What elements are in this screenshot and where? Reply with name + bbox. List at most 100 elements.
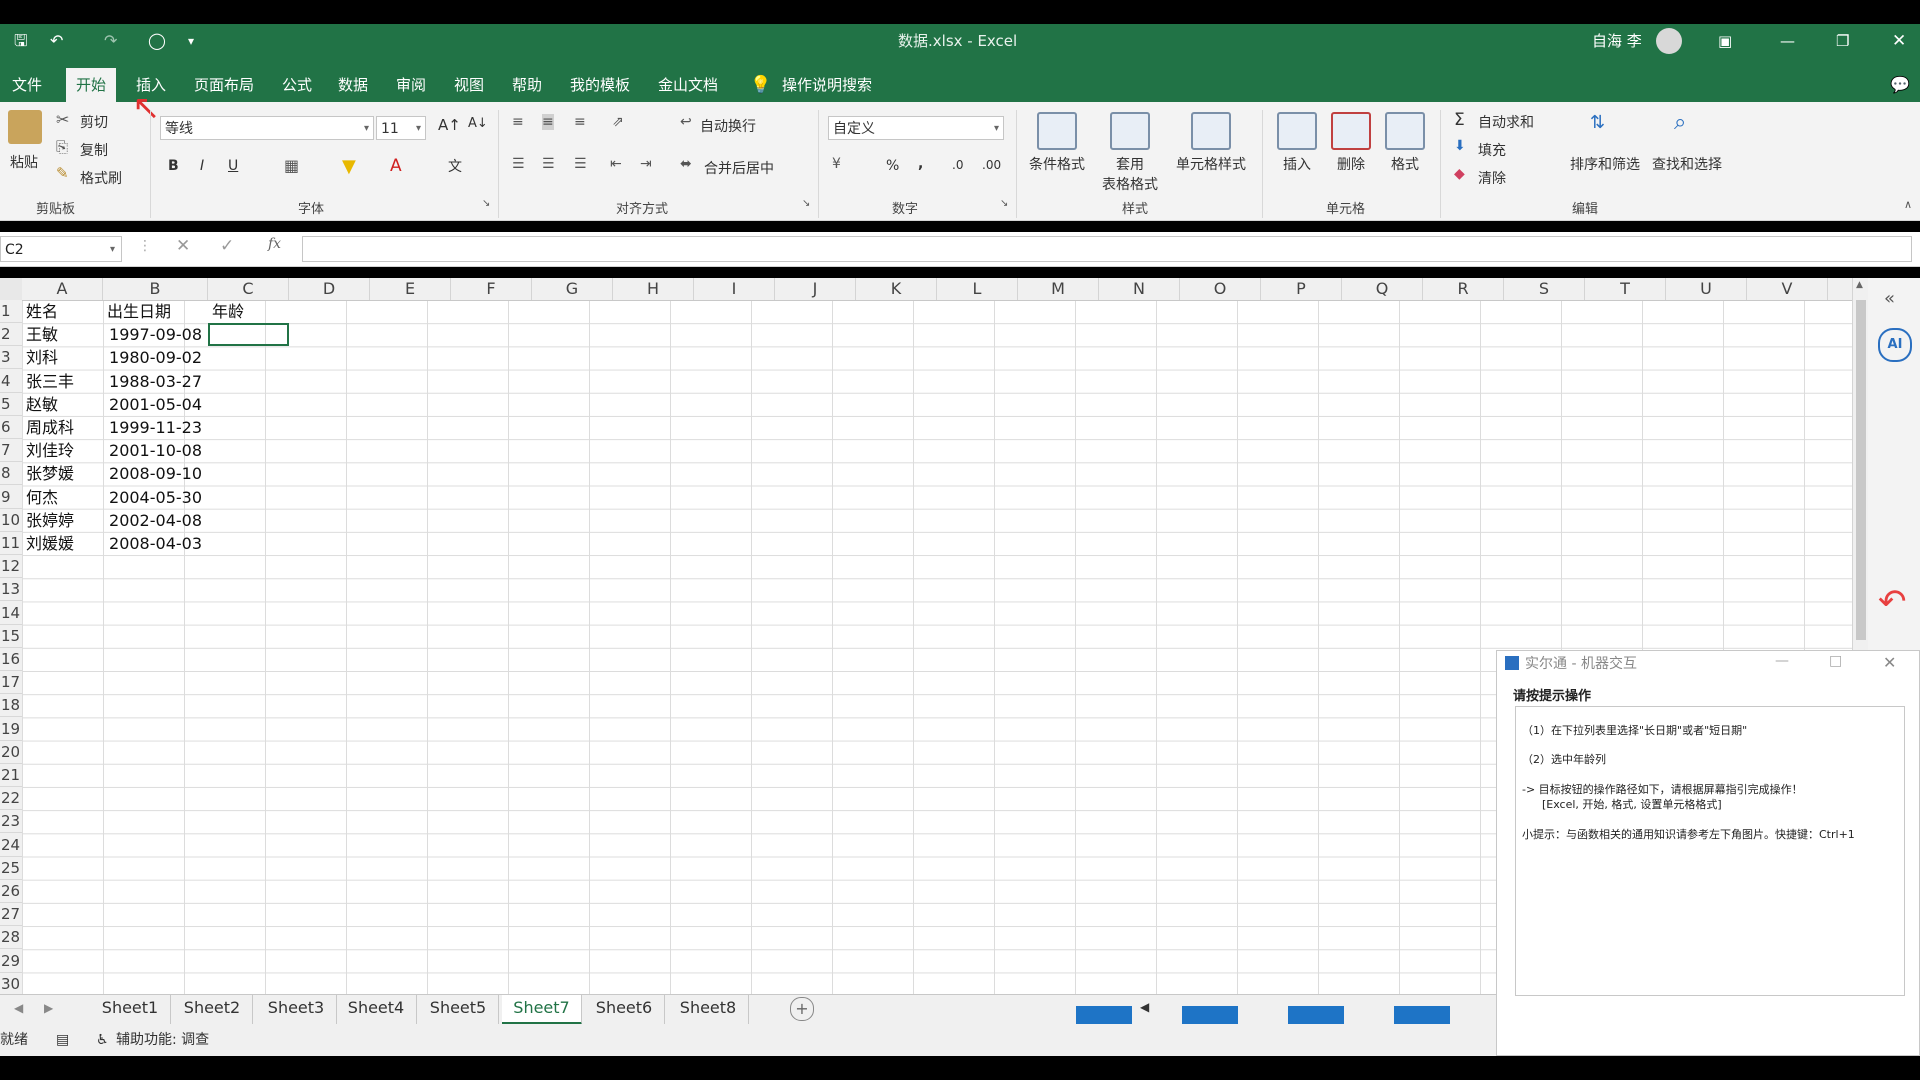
restore-icon[interactable]: ❐ — [1836, 24, 1849, 58]
comments-icon[interactable]: 💬 — [1890, 68, 1910, 102]
tab-next-icon[interactable]: ▶ — [44, 1001, 53, 1015]
row-header[interactable]: 4 — [0, 370, 22, 393]
font-size-select[interactable]: 11 ▾ — [376, 116, 426, 140]
row-header[interactable]: 11 — [0, 532, 22, 555]
paste-button[interactable]: 粘贴 — [10, 152, 38, 172]
delete-cells-button[interactable]: 删除 — [1326, 112, 1376, 174]
column-header[interactable]: F — [451, 278, 532, 300]
sort-filter-icon[interactable]: ⇅ — [1590, 112, 1605, 133]
cell[interactable]: 2001-05-04 — [103, 393, 202, 416]
sheet-tab[interactable]: Sheet1 — [90, 995, 171, 1025]
tab-view[interactable]: 视图 — [444, 68, 494, 102]
row-header[interactable]: 7 — [0, 439, 22, 463]
wrap-text-icon[interactable]: ↩ — [680, 114, 692, 130]
cell[interactable]: 1980-09-02 — [103, 346, 202, 369]
cut-icon[interactable]: ✂ — [56, 110, 69, 129]
customize-qat-icon[interactable]: ▾ — [188, 24, 194, 58]
cell[interactable]: 刘佳玲 — [26, 439, 101, 462]
number-dialog-launcher-icon[interactable]: ↘ — [1000, 198, 1008, 209]
autosum-icon[interactable]: Σ — [1454, 110, 1465, 130]
save-icon[interactable]: 🖫 — [14, 24, 28, 58]
column-header[interactable]: U — [1666, 278, 1747, 300]
cell[interactable]: 何杰 — [26, 486, 101, 509]
row-header[interactable]: 10 — [0, 509, 22, 532]
dialog-minimize-icon[interactable]: — — [1775, 653, 1789, 669]
increase-font-icon[interactable]: A↑ — [438, 116, 461, 134]
cell[interactable]: 1997-09-08 — [103, 323, 202, 346]
column-header[interactable]: R — [1423, 278, 1504, 300]
row-header[interactable]: 19 — [0, 718, 22, 741]
column-header[interactable]: K — [856, 278, 937, 300]
wrap-text-button[interactable]: 自动换行 — [700, 116, 756, 136]
enter-icon[interactable]: ✓ — [220, 236, 234, 256]
thumbnail-scroll-left-icon[interactable]: ◀ — [1140, 1000, 1149, 1014]
cell[interactable]: 张三丰 — [26, 370, 101, 393]
decrease-indent-icon[interactable]: ⇤ — [610, 156, 622, 172]
row-header[interactable]: 8 — [0, 462, 22, 486]
font-dialog-launcher-icon[interactable]: ↘ — [482, 198, 490, 209]
sheet-tab[interactable]: Sheet6 — [584, 995, 665, 1025]
fill-color-icon[interactable]: ▼ — [342, 156, 356, 177]
insert-function-icon[interactable]: fx — [268, 236, 281, 252]
dialog-close-icon[interactable]: ✕ — [1883, 653, 1896, 672]
sheet-tab[interactable]: Sheet3 — [256, 995, 337, 1025]
circle-icon[interactable]: ◯ — [148, 24, 166, 58]
format-painter-button[interactable]: 格式刷 — [80, 168, 122, 188]
cell-styles-button[interactable]: 单元格样式 — [1170, 112, 1252, 174]
align-middle-icon[interactable]: ≡ — [542, 114, 554, 130]
column-header[interactable]: B — [103, 278, 208, 300]
cell[interactable]: 2001-10-08 — [103, 439, 202, 462]
tab-page-layout[interactable]: 页面布局 — [184, 68, 264, 102]
increase-indent-icon[interactable]: ⇥ — [640, 156, 652, 172]
phonetic-icon[interactable]: 文 — [448, 156, 462, 176]
row-header[interactable]: 25 — [0, 857, 22, 880]
column-header[interactable]: Q — [1342, 278, 1423, 300]
cell[interactable]: 姓名 — [26, 300, 101, 323]
select-all-corner[interactable] — [0, 278, 22, 300]
column-header[interactable]: A — [22, 278, 103, 300]
undo-icon[interactable]: ↶ — [50, 24, 63, 58]
column-header[interactable]: V — [1747, 278, 1828, 300]
avatar[interactable] — [1656, 28, 1682, 54]
cell[interactable]: 2008-04-03 — [103, 532, 202, 555]
name-box[interactable]: C2 ▾ — [0, 236, 122, 262]
dialog-maximize-icon[interactable]: □ — [1829, 653, 1842, 669]
collapse-ribbon-icon[interactable]: ∧ — [1904, 198, 1912, 211]
paste-icon[interactable] — [8, 110, 42, 144]
column-header[interactable]: T — [1585, 278, 1666, 300]
copy-icon[interactable]: ⎘ — [56, 138, 68, 156]
column-header[interactable]: E — [370, 278, 451, 300]
alignment-dialog-launcher-icon[interactable]: ↘ — [802, 198, 810, 209]
autosum-button[interactable]: 自动求和 — [1478, 112, 1534, 132]
close-icon[interactable]: ✕ — [1892, 24, 1906, 58]
scroll-thumb[interactable] — [1856, 300, 1866, 640]
comma-icon[interactable]: , — [918, 156, 923, 172]
decrease-decimal-icon[interactable]: .00 — [982, 158, 1001, 172]
undo-return-icon[interactable]: ↶ — [1878, 582, 1907, 622]
cell[interactable]: 1999-11-23 — [103, 416, 202, 439]
sheet-tab[interactable]: Sheet8 — [668, 995, 749, 1025]
align-top-icon[interactable]: ≡ — [512, 114, 524, 130]
copy-button[interactable]: 复制 — [80, 140, 108, 160]
font-color-icon[interactable]: A — [390, 156, 402, 176]
format-painter-icon[interactable]: ✎ — [56, 164, 69, 182]
format-as-table-button[interactable]: 套用 表格格式 — [1092, 112, 1168, 194]
column-header[interactable]: S — [1504, 278, 1585, 300]
column-header[interactable]: H — [613, 278, 694, 300]
user-name[interactable]: 自海 李 — [1592, 24, 1642, 58]
italic-icon[interactable]: I — [200, 158, 204, 174]
row-header[interactable]: 17 — [0, 671, 22, 695]
column-header[interactable]: P — [1261, 278, 1342, 300]
scroll-up-icon[interactable]: ▲ — [1856, 280, 1863, 290]
row-header[interactable]: 14 — [0, 602, 22, 625]
row-header[interactable]: 3 — [0, 346, 22, 370]
row-header[interactable]: 21 — [0, 764, 22, 787]
sheet-tab[interactable]: Sheet2 — [172, 995, 253, 1025]
cell[interactable]: 张梦媛 — [26, 462, 101, 485]
cancel-icon[interactable]: ✕ — [176, 236, 190, 256]
row-header[interactable]: 2 — [0, 323, 22, 347]
increase-decimal-icon[interactable]: .0 — [952, 158, 963, 172]
cell[interactable]: 出生日期 — [107, 300, 206, 323]
row-header[interactable]: 18 — [0, 694, 22, 718]
format-cells-button[interactable]: 格式 — [1380, 112, 1430, 174]
